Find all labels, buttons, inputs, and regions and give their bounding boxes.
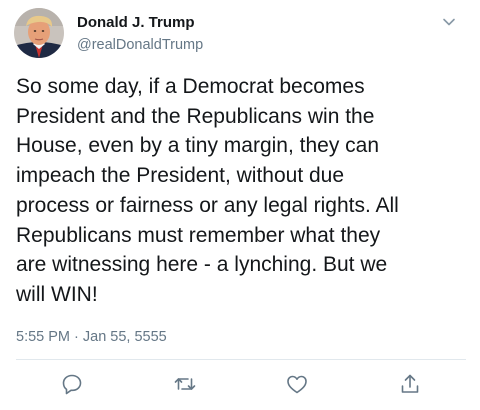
divider — [16, 359, 466, 360]
avatar[interactable] — [14, 8, 64, 58]
profile-photo-icon — [14, 8, 64, 58]
heart-icon[interactable] — [285, 372, 309, 396]
author-display-name[interactable]: Donald J. Trump — [77, 14, 203, 32]
retweet-icon[interactable] — [173, 372, 197, 396]
author-handle[interactable]: @realDonaldTrump — [77, 36, 203, 54]
tweet-card: Donald J. Trump @realDonaldTrump So some… — [0, 0, 480, 410]
chevron-down-icon[interactable] — [441, 14, 457, 30]
reply-icon[interactable] — [60, 372, 84, 396]
tweet-timestamp[interactable]: 5:55 PM · Jan 55, 5555 — [16, 328, 167, 346]
tweet-text: So some day, if a Democrat becomes Presi… — [16, 75, 399, 306]
action-bar — [0, 372, 480, 398]
author-block[interactable]: Donald J. Trump @realDonaldTrump — [77, 14, 203, 54]
share-icon[interactable] — [398, 372, 422, 396]
